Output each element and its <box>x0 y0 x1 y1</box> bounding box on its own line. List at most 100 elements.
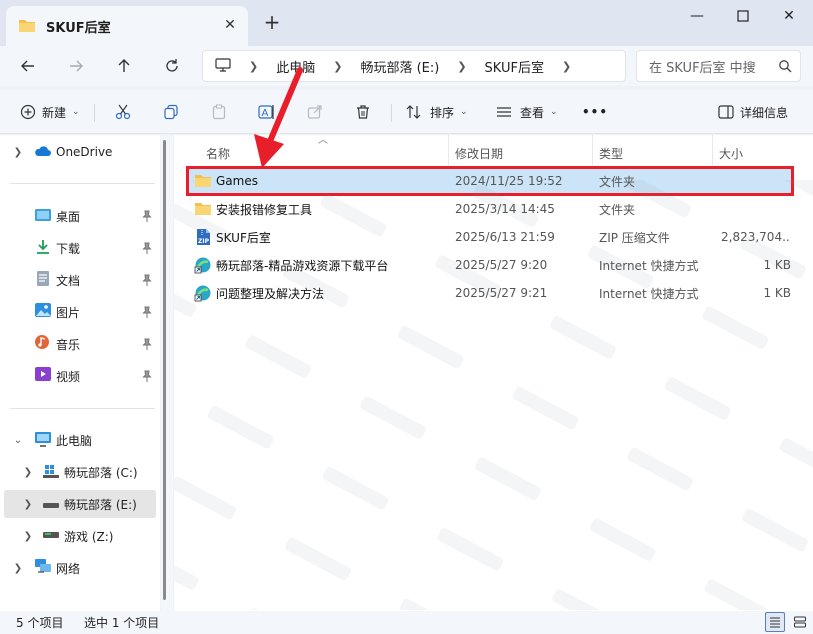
search-box[interactable]: 在 SKUF后室 中搜 <box>636 50 801 82</box>
chevron-right-icon[interactable]: ❯ <box>12 147 24 158</box>
more-options-button[interactable]: ••• <box>582 102 608 122</box>
sidebar-item-label: 音乐 <box>56 337 81 352</box>
sidebar-item-pictures[interactable]: 图片 <box>4 298 156 326</box>
pin-icon[interactable] <box>142 242 152 257</box>
minimize-button[interactable]: — <box>674 4 720 28</box>
sidebar-divider <box>10 408 155 409</box>
drive-icon <box>42 499 60 517</box>
pin-icon[interactable] <box>142 338 152 353</box>
sidebar-item-documents[interactable]: 文档 <box>4 266 156 294</box>
column-divider[interactable] <box>592 135 593 165</box>
new-button[interactable]: 新建 ⌄ <box>18 102 80 122</box>
breadcrumb-drive-e[interactable]: 畅玩部落 (E:) <box>360 57 439 76</box>
file-row-games[interactable]: Games 2024/11/25 19:52 文件夹 <box>186 166 794 196</box>
delete-button[interactable] <box>353 102 373 122</box>
chevron-right-icon[interactable]: ❯ <box>22 467 34 478</box>
search-icon[interactable] <box>778 59 792 77</box>
scissors-icon <box>113 102 133 122</box>
column-header-type[interactable]: 类型 <box>599 141 623 165</box>
breadcrumb-skuf[interactable]: SKUF后室 <box>485 57 544 76</box>
sidebar-item-label: 文档 <box>56 273 81 288</box>
refresh-icon <box>166 59 178 72</box>
selected-count: 选中 1 个项目 <box>84 616 160 630</box>
search-input[interactable]: 在 SKUF后室 中搜 <box>649 57 756 76</box>
chevron-right-icon[interactable]: ❯ <box>22 499 34 510</box>
sidebar-item-label: 视频 <box>56 369 81 384</box>
up-button[interactable] <box>112 54 136 78</box>
chevron-down-icon[interactable]: ⌄ <box>12 435 24 446</box>
pin-icon[interactable] <box>142 370 152 385</box>
sort-button-label: 排序 <box>430 105 455 120</box>
file-name: 畅玩部落-精品游戏资源下载平台 <box>216 258 389 273</box>
forward-button[interactable] <box>64 54 88 78</box>
cut-button[interactable] <box>113 102 133 122</box>
toolbar-divider <box>391 104 392 122</box>
sidebar-item-desktop[interactable]: 桌面 <box>4 202 156 230</box>
sidebar-item-videos[interactable]: 视频 <box>4 362 156 390</box>
status-bar: 5 个项目 选中 1 个项目 <box>0 611 813 634</box>
pin-icon[interactable] <box>142 274 152 289</box>
address-bar[interactable]: ❯ 此电脑 ❯ 畅玩部落 (E:) ❯ SKUF后室 ❯ <box>202 50 626 82</box>
sidebar-item-network[interactable]: ❯ 网络 <box>4 554 156 582</box>
tiles-view-button[interactable] <box>790 612 810 632</box>
column-divider[interactable] <box>448 135 449 165</box>
sort-icon <box>404 102 424 122</box>
column-divider[interactable] <box>712 135 713 165</box>
new-tab-button[interactable]: + <box>262 12 282 32</box>
folder-icon <box>194 200 212 218</box>
file-type: Internet 快捷方式 <box>599 258 699 273</box>
download-icon <box>34 239 52 257</box>
column-header-name[interactable]: 名称 <box>206 141 230 165</box>
chevron-right-icon[interactable]: ❯ <box>12 563 24 574</box>
svg-text:ZIP: ZIP <box>198 238 210 245</box>
desktop-icon <box>34 207 52 225</box>
view-button[interactable]: 查看 ⌄ <box>494 102 558 122</box>
new-button-label: 新建 <box>42 105 67 120</box>
back-button[interactable] <box>16 54 40 78</box>
pin-icon[interactable] <box>142 210 152 225</box>
share-button[interactable] <box>305 102 325 122</box>
close-window-button[interactable]: ✕ <box>766 4 812 28</box>
pin-icon[interactable] <box>142 306 152 321</box>
chevron-right-icon[interactable]: ❯ <box>22 531 34 542</box>
sidebar-item-drive-z[interactable]: ❯ 游戏 (Z:) <box>4 522 156 550</box>
breadcrumb-expand[interactable]: ❯ <box>562 60 571 73</box>
maximize-button[interactable] <box>720 4 766 28</box>
sidebar-item-drive-c[interactable]: ❯ 畅玩部落 (C:) <box>4 458 156 486</box>
breadcrumb-separator: ❯ <box>333 59 343 73</box>
title-bar: SKUF后室 ✕ + — ✕ <box>0 0 813 46</box>
rename-button[interactable]: A <box>257 102 277 122</box>
details-view-button[interactable] <box>765 612 785 632</box>
refresh-button[interactable] <box>160 54 184 78</box>
file-name: SKUF后室 <box>216 230 271 245</box>
file-row-shortcut-faq[interactable]: 问题整理及解决方法 2025/5/27 9:21 Internet 快捷方式 1… <box>188 280 792 306</box>
sidebar-item-onedrive[interactable]: ❯ OneDrive <box>4 138 156 166</box>
maximize-icon <box>737 10 749 22</box>
file-size: 2,823,704... <box>721 230 791 244</box>
sidebar-scrollbar[interactable] <box>163 140 166 600</box>
file-row-skuf-zip[interactable]: ZIP SKUF后室 2025/6/13 21:59 ZIP 压缩文件 2,82… <box>188 224 792 250</box>
tab-close-button[interactable]: ✕ <box>222 17 238 33</box>
arrow-left-icon <box>21 60 34 72</box>
share-icon <box>305 102 325 122</box>
paste-button[interactable] <box>209 102 229 122</box>
sidebar-item-drive-e[interactable]: ❯ 畅玩部落 (E:) <box>4 490 156 518</box>
column-header-date[interactable]: 修改日期 <box>455 141 503 165</box>
file-date: 2025/3/14 14:45 <box>455 202 555 216</box>
file-row-repair-tool[interactable]: 安装报错修复工具 2025/3/14 14:45 文件夹 <box>188 196 792 222</box>
rename-icon: A <box>257 102 277 122</box>
sidebar-item-downloads[interactable]: 下载 <box>4 234 156 262</box>
breadcrumb-this-pc[interactable]: 此电脑 <box>276 57 315 76</box>
pictures-icon <box>34 302 52 320</box>
tab-skuf[interactable]: SKUF后室 ✕ <box>6 6 248 46</box>
tiles-view-icon <box>794 616 806 628</box>
details-pane-button[interactable]: 详细信息 <box>716 102 788 122</box>
sidebar-item-music[interactable]: 音乐 <box>4 330 156 358</box>
plus-circle-icon <box>18 102 38 122</box>
internet-shortcut-icon <box>194 256 212 274</box>
column-header-size[interactable]: 大小 <box>719 141 743 165</box>
sidebar-item-this-pc[interactable]: ⌄ 此电脑 <box>4 426 156 454</box>
sort-button[interactable]: 排序 ⌄ <box>404 102 468 122</box>
copy-button[interactable] <box>161 102 181 122</box>
file-row-shortcut-platform[interactable]: 畅玩部落-精品游戏资源下载平台 2025/5/27 9:20 Internet … <box>188 252 792 278</box>
